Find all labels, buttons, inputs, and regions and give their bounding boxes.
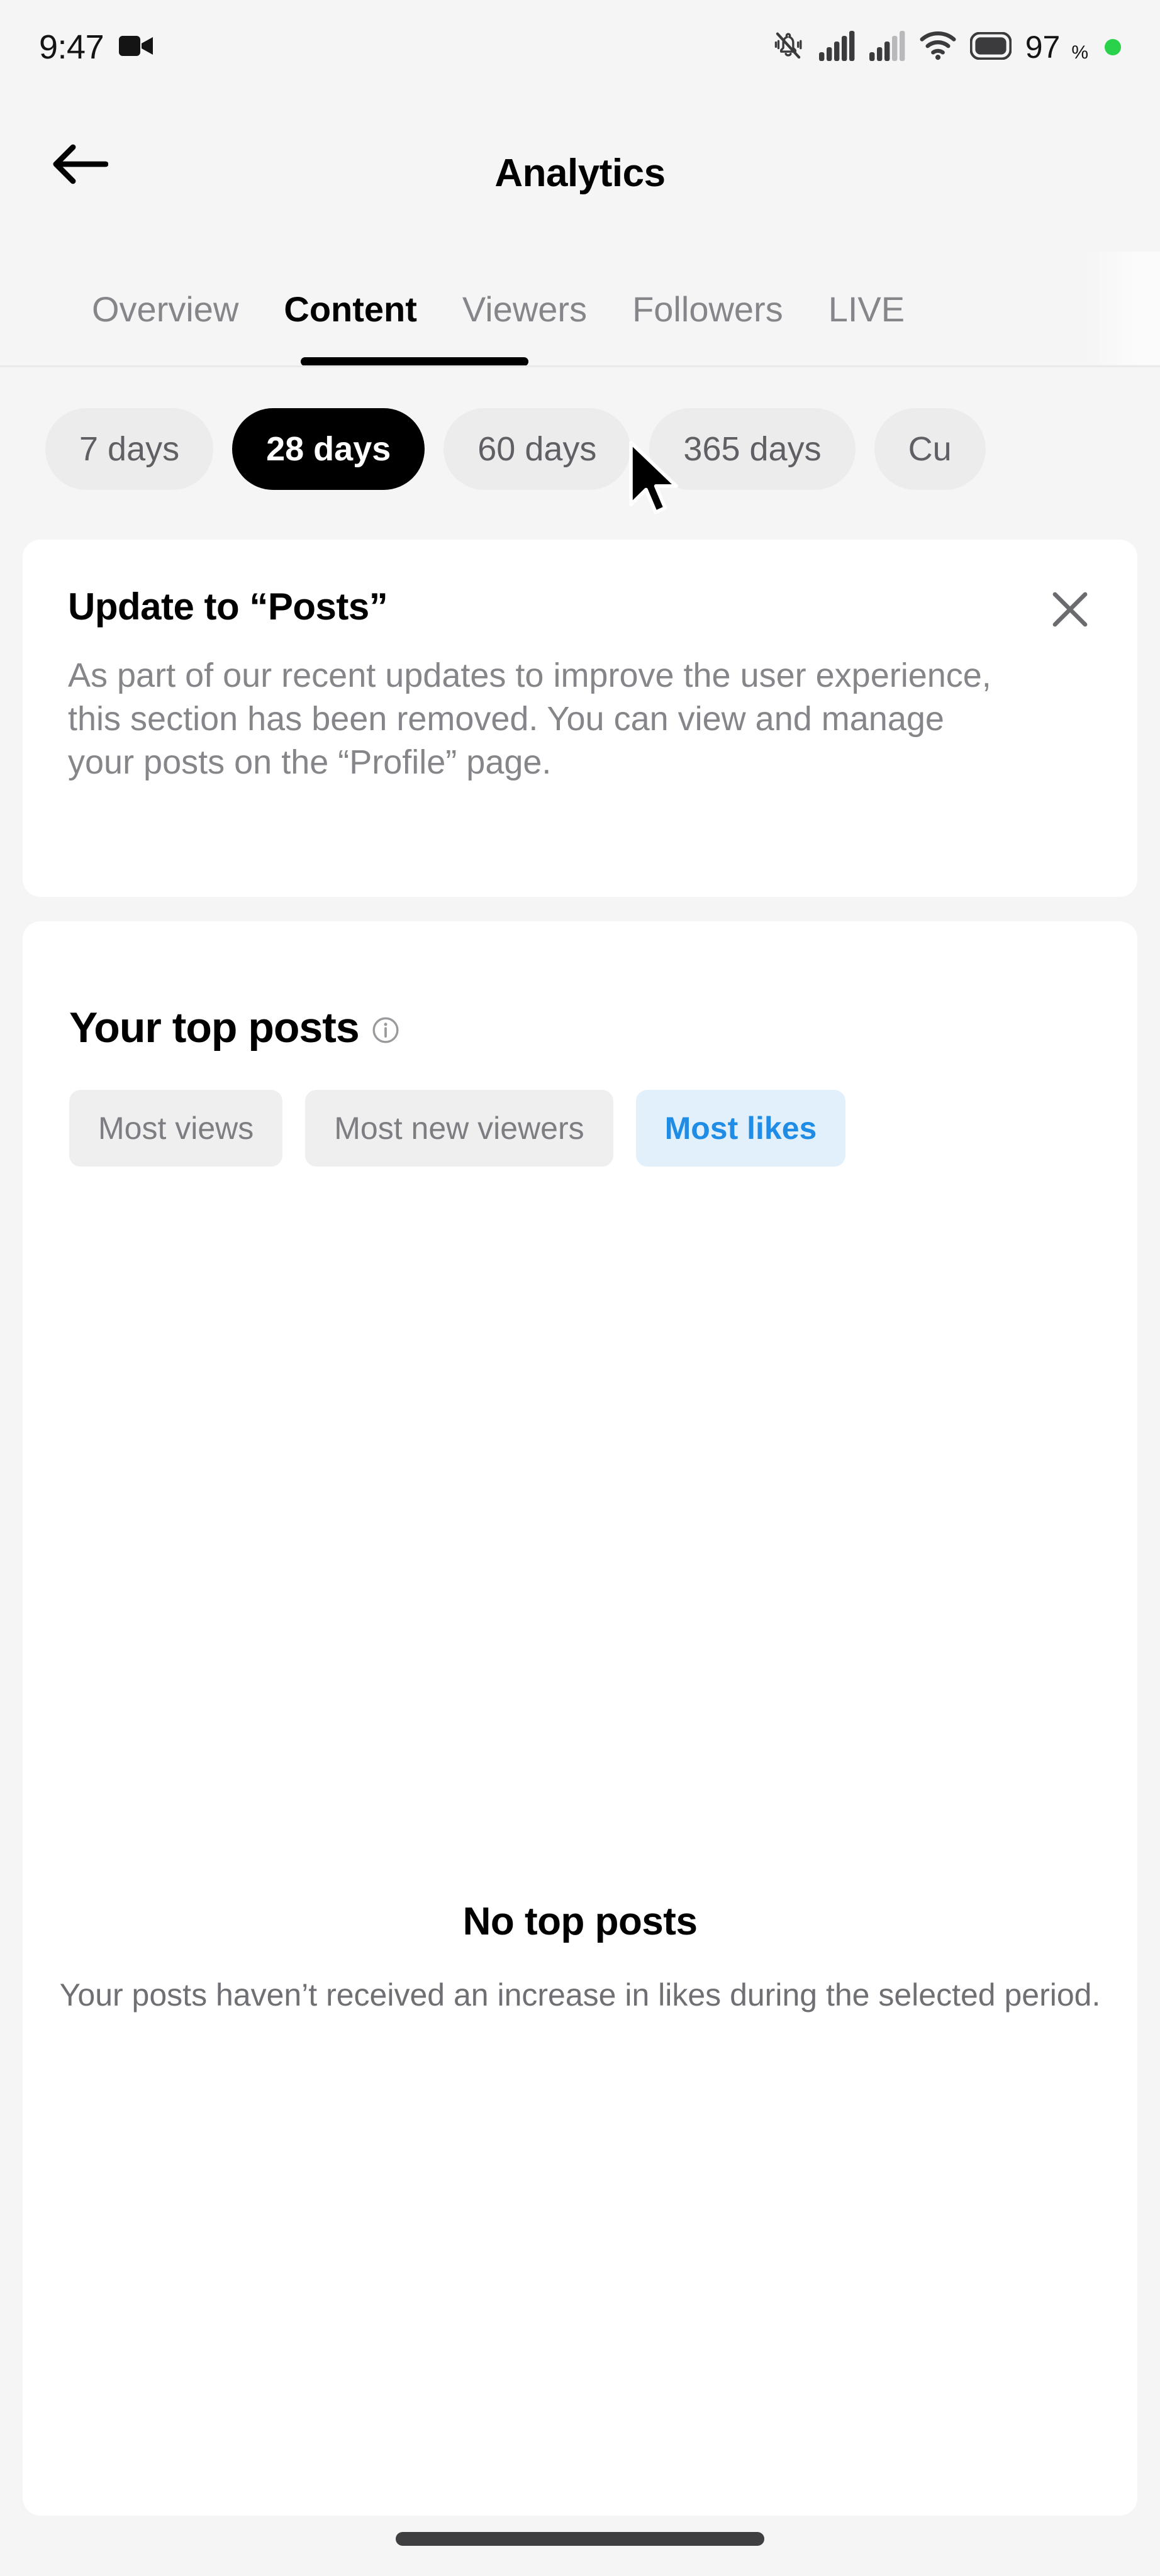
- back-button[interactable]: [45, 131, 114, 200]
- chip-label: 28 days: [266, 430, 391, 468]
- tab-overview[interactable]: Overview: [69, 252, 261, 366]
- tab-bar-divider: [0, 365, 1160, 367]
- active-tab-indicator: [301, 357, 528, 366]
- tab-live[interactable]: LIVE: [806, 252, 927, 366]
- phone-screen: 9:47 97 % Analytics Overview Content Vie…: [0, 0, 1160, 2576]
- info-circle-icon[interactable]: [371, 1015, 401, 1045]
- notice-close-button[interactable]: [1042, 582, 1098, 639]
- chip-label: 365 days: [683, 430, 822, 468]
- analytics-tab-bar: Overview Content Viewers Followers LIVE: [0, 252, 1160, 366]
- bell-muted-icon: [771, 29, 805, 66]
- range-chip-60-days[interactable]: 60 days: [443, 408, 631, 490]
- video-camera-icon: [119, 33, 154, 62]
- range-chip-7-days[interactable]: 7 days: [45, 408, 214, 490]
- green-status-dot: [1105, 39, 1121, 55]
- cellular-signal-icon: [869, 30, 906, 64]
- top-posts-filter-row: Most views Most new viewers Most likes: [69, 1090, 1139, 1167]
- tab-label: Followers: [632, 289, 783, 329]
- tab-followers[interactable]: Followers: [610, 252, 806, 366]
- filter-chip-most-new-viewers[interactable]: Most new viewers: [305, 1090, 613, 1167]
- range-chip-custom[interactable]: Cu: [874, 408, 986, 490]
- close-icon: [1049, 588, 1091, 634]
- cellular-signal-icon: [818, 30, 856, 64]
- chip-label: Cu: [908, 430, 952, 468]
- top-posts-header: Your top posts: [69, 1003, 401, 1052]
- filter-chip-most-likes[interactable]: Most likes: [635, 1090, 846, 1167]
- filter-chip-label: Most views: [98, 1111, 254, 1146]
- percent-symbol: %: [1071, 42, 1088, 63]
- date-range-chip-row: 7 days 28 days 60 days 365 days Cu: [0, 381, 1160, 517]
- posts-update-notice-card: Update to “Posts” As part of our recent …: [23, 540, 1137, 897]
- filter-chip-label: Most likes: [664, 1111, 817, 1146]
- chip-label: 60 days: [477, 430, 597, 468]
- filter-chip-most-views[interactable]: Most views: [69, 1090, 283, 1167]
- status-bar-left: 9:47: [39, 28, 154, 67]
- top-posts-empty-state: No top posts Your posts haven’t received…: [23, 1899, 1137, 2016]
- wifi-icon: [920, 31, 956, 64]
- top-posts-card: Your top posts Most views Most new viewe…: [23, 921, 1137, 2516]
- arrow-left-icon: [52, 143, 109, 188]
- empty-state-subtitle: Your posts haven’t received an increase …: [59, 1977, 1101, 2012]
- tab-label: Viewers: [462, 289, 588, 329]
- status-bar-right: 97 %: [771, 29, 1121, 66]
- tab-label: LIVE: [828, 289, 905, 329]
- status-bar: 9:47 97 %: [0, 0, 1160, 94]
- notice-body-text: As part of our recent updates to improve…: [68, 657, 991, 782]
- page-title: Analytics: [494, 151, 666, 195]
- range-chip-28-days[interactable]: 28 days: [232, 408, 425, 490]
- home-indicator[interactable]: [396, 2532, 764, 2546]
- notice-title: Update to “Posts”: [68, 586, 388, 628]
- battery-percentage: 97: [1025, 30, 1061, 65]
- filter-chip-label: Most new viewers: [334, 1111, 584, 1146]
- tab-content[interactable]: Content: [261, 252, 440, 366]
- chip-label: 7 days: [79, 430, 180, 468]
- tab-viewers[interactable]: Viewers: [440, 252, 610, 366]
- top-posts-title: Your top posts: [69, 1004, 360, 1052]
- battery-icon: [969, 31, 1012, 63]
- empty-state-title: No top posts: [462, 1900, 698, 1943]
- status-bar-clock: 9:47: [39, 28, 104, 66]
- range-chip-365-days[interactable]: 365 days: [649, 408, 856, 490]
- tab-label: Overview: [92, 289, 239, 329]
- tab-label: Content: [284, 289, 417, 329]
- nav-bar: Analytics: [0, 94, 1160, 252]
